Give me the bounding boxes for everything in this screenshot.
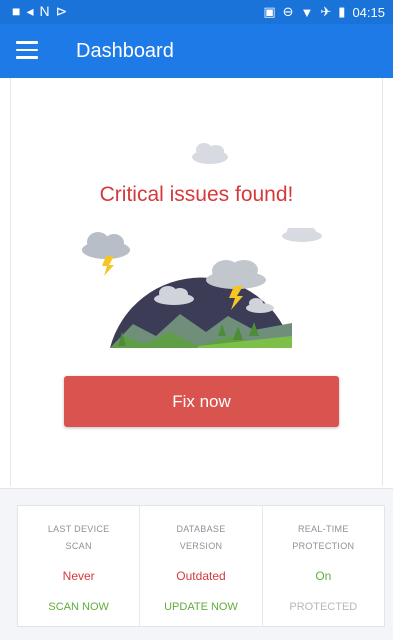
battery-icon: ▮ — [338, 4, 346, 19]
card-value: Never — [62, 569, 95, 583]
card-last-device-scan: LAST DEVICE SCAN Never SCAN NOW — [18, 506, 141, 626]
status-cards: LAST DEVICE SCAN Never SCAN NOW DATABASE… — [17, 505, 385, 627]
storm-illustration — [82, 228, 322, 348]
status-headline: Critical issues found! — [99, 183, 294, 206]
right-cloud-icon — [282, 228, 322, 242]
fix-now-button[interactable]: Fix now — [64, 376, 339, 427]
left-storm-cloud-icon — [82, 232, 130, 276]
card-value: On — [315, 569, 332, 583]
small-cloud-icon — [192, 143, 228, 164]
clock: 04:15 — [352, 4, 385, 20]
hamburger-menu-icon[interactable] — [16, 41, 38, 59]
wifi-icon: ▼ — [300, 4, 314, 20]
card-database-version: DATABASE VERSION Outdated UPDATE NOW — [140, 506, 263, 626]
airplane-icon: ✈ — [320, 4, 332, 19]
scan-now-button[interactable]: SCAN NOW — [18, 601, 139, 613]
status-bar: ■◂N⊳ ▣ ⊖ ▼ ✈ ▮ 04:15 — [0, 0, 393, 24]
update-now-button[interactable]: UPDATE NOW — [140, 601, 261, 613]
video-icon: ■◂ — [12, 3, 40, 19]
app-bar: Dashboard — [0, 24, 393, 78]
dnd-icon: ⊖ — [282, 4, 294, 19]
card-value: Outdated — [176, 569, 226, 583]
n-icon: N — [39, 3, 56, 19]
card-label: REAL-TIME PROTECTION — [292, 524, 355, 551]
page-title: Dashboard — [76, 40, 174, 62]
notification-icons: ■◂N⊳ — [12, 3, 73, 20]
card-label: LAST DEVICE SCAN — [47, 524, 110, 551]
send-icon: ⊳ — [55, 3, 74, 19]
card-label: DATABASE VERSION — [176, 524, 226, 551]
card-real-time-protection: REAL-TIME PROTECTION On PROTECTED — [263, 506, 384, 626]
small-inner-cloud-icon — [246, 298, 274, 313]
protected-status: PROTECTED — [289, 601, 358, 613]
system-icons: ▣ ⊖ ▼ ✈ ▮ 04:15 — [263, 4, 385, 20]
cast-icon: ▣ — [263, 4, 276, 19]
